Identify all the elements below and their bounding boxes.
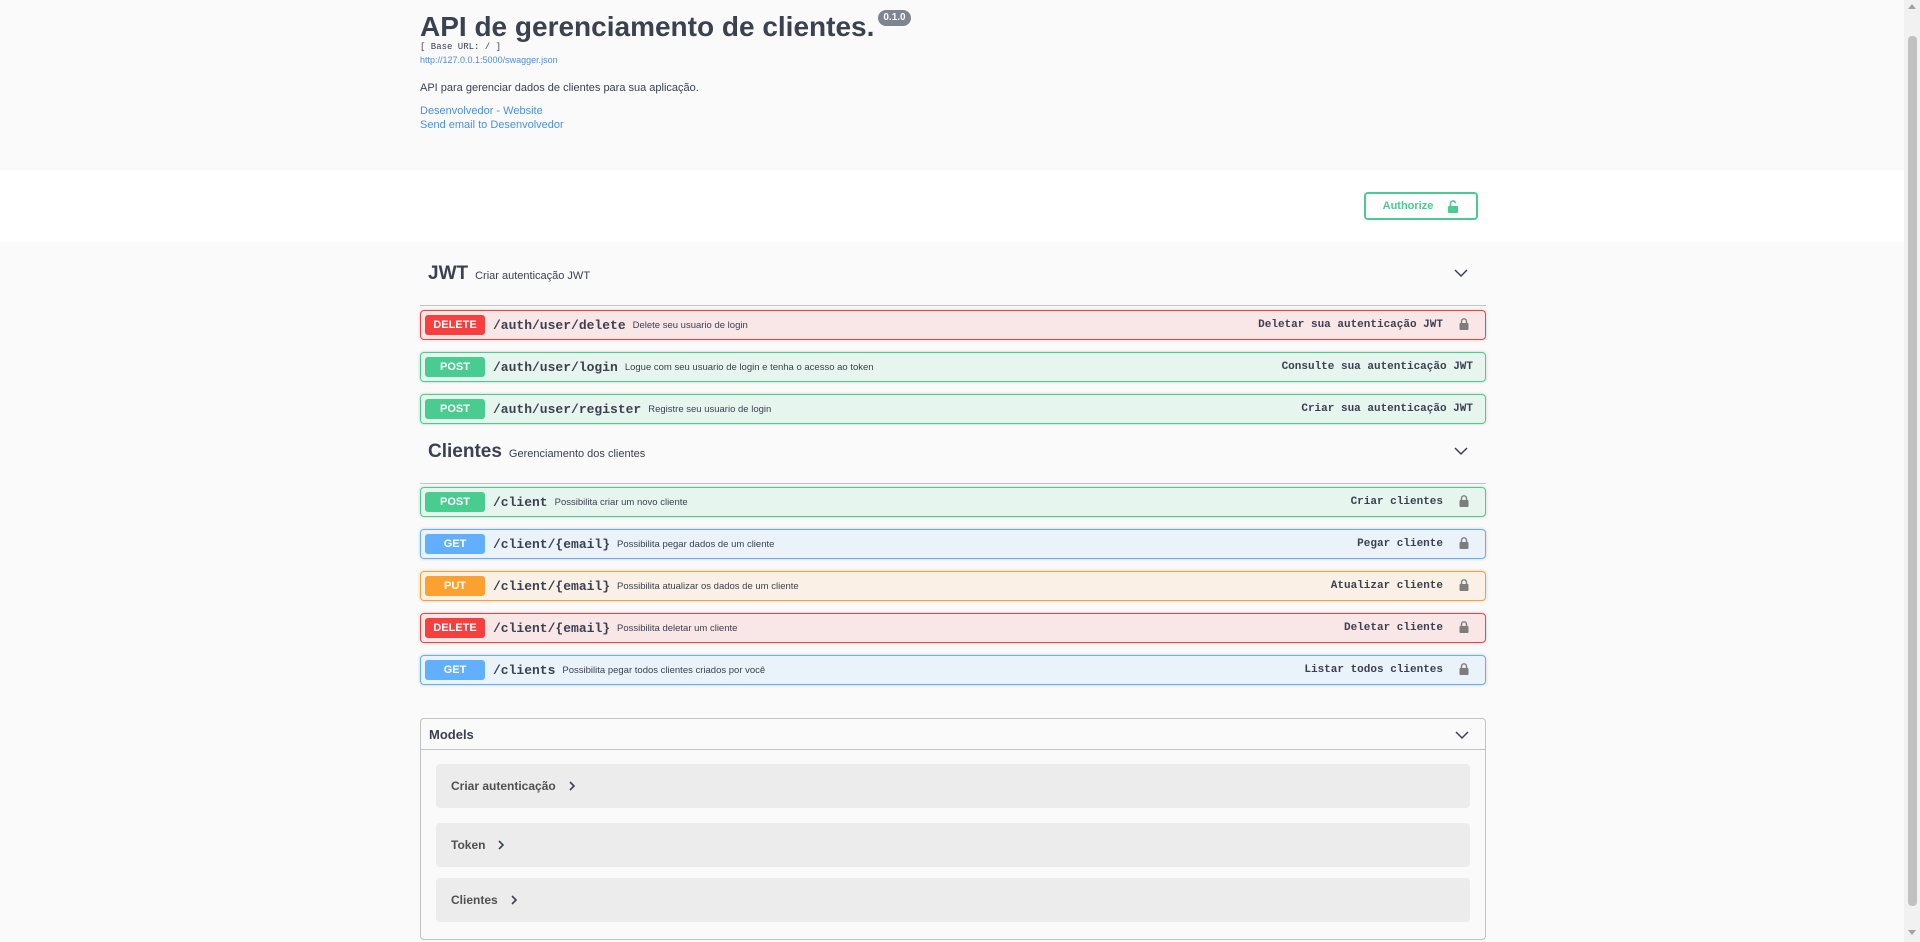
tag-name: JWT (428, 262, 469, 284)
operation-summary: Delete seu usuario de login (632, 319, 748, 331)
authorize-label: Authorize (1382, 200, 1434, 212)
tag-description: Criar autenticação JWT (475, 269, 591, 282)
operation-summary: Possibilita criar um novo cliente (554, 496, 688, 508)
lock-icon[interactable] (1459, 663, 1469, 675)
operation-path: /auth/user/register (493, 401, 642, 417)
operation-description: Pegar cliente (1357, 538, 1443, 550)
model-item[interactable]: Token (436, 823, 1470, 867)
chevron-down-icon[interactable] (1454, 266, 1468, 280)
chevron-right-icon (511, 895, 517, 905)
operation-path: /client/{email} (493, 578, 611, 594)
chevron-right-icon (569, 781, 575, 791)
operation-summary: Possibilita pegar todos clientes criados… (562, 664, 766, 676)
operation-put[interactable]: PUT/client/{email} Possibilita atualizar … (420, 571, 1486, 601)
operation-summary: Possibilita deletar um cliente (617, 622, 738, 634)
operation-path: /auth/user/login (493, 359, 618, 375)
method-badge: DELETE (425, 315, 485, 335)
operation-description: Criar clientes (1350, 496, 1443, 508)
operation-get[interactable]: GET/clients Possibilita pegar todos clien… (420, 655, 1486, 685)
operation-path: /auth/user/delete (493, 317, 626, 333)
operation-path: /client/{email} (493, 620, 611, 636)
tag-header-clientes[interactable]: Clientes Gerenciamento dos clientes (420, 420, 1486, 484)
lock-icon[interactable] (1459, 537, 1469, 549)
base-url: [ Base URL: / ] (420, 42, 502, 52)
api-description: API para gerenciar dados de clientes par… (420, 82, 699, 94)
page-title: API de gerenciamento de clientes. (420, 11, 875, 42)
chevron-down-icon[interactable] (1455, 728, 1469, 742)
operation-description: Deletar cliente (1343, 622, 1443, 634)
tag-description: Gerenciamento dos clientes (508, 447, 646, 460)
contact-email-link[interactable]: Send email to Desenvolvedor (420, 119, 564, 131)
lock-icon[interactable] (1459, 495, 1469, 507)
scroll-down-arrow[interactable] (1908, 930, 1916, 935)
operation-summary: Logue com seu usuario de login e tenha o… (624, 361, 874, 373)
scroll-up-arrow[interactable] (1908, 4, 1916, 9)
operation-post[interactable]: POST/auth/user/login Logue com seu usuari… (420, 352, 1486, 382)
spec-url-link[interactable]: http://127.0.0.1:5000/swagger.json (420, 55, 558, 65)
authorize-button[interactable]: Authorize (1364, 192, 1478, 220)
scroll-thumb[interactable] (1908, 36, 1917, 906)
model-name: Token (451, 838, 486, 852)
models-title: Models (429, 726, 474, 742)
title-row: API de gerenciamento de clientes. 0.1.0 (420, 10, 911, 44)
lock-icon[interactable] (1459, 621, 1469, 633)
operation-post[interactable]: POST/client Possibilita criar um novo cli… (420, 487, 1486, 517)
operation-path: /clients (493, 662, 556, 678)
lock-icon[interactable] (1459, 318, 1469, 330)
method-badge: GET (425, 534, 485, 554)
operation-description: Atualizar cliente (1330, 580, 1443, 592)
method-badge: POST (425, 357, 485, 377)
operation-delete[interactable]: DELETE/client/{email} Possibilita deletar… (420, 613, 1486, 643)
model-name: Clientes (451, 893, 498, 907)
tag-header-jwt[interactable]: JWT Criar autenticação JWT (420, 242, 1486, 306)
model-name: Criar autenticação (451, 779, 556, 793)
operation-summary: Possibilita pegar dados de um cliente (617, 538, 775, 550)
version-badge: 0.1.0 (878, 10, 911, 26)
method-badge: POST (425, 399, 485, 419)
model-item[interactable]: Clientes (436, 878, 1470, 922)
chevron-down-icon[interactable] (1454, 444, 1468, 458)
operation-path: /client (493, 494, 548, 510)
tag-name: Clientes (428, 440, 502, 462)
models-header[interactable]: Models (421, 719, 1485, 750)
page-scrollbar[interactable] (1904, 0, 1920, 942)
models-section: Models Criar autenticação Token Clientes (420, 718, 1486, 940)
operation-summary: Possibilita atualizar os dados de um cli… (617, 580, 799, 592)
method-badge: POST (425, 492, 485, 512)
info-section (0, 0, 1904, 170)
operation-description: Deletar sua autenticação JWT (1258, 319, 1443, 331)
chevron-right-icon (498, 840, 505, 850)
model-item[interactable]: Criar autenticação (436, 764, 1470, 808)
operation-summary: Registre seu usuario de login (648, 403, 772, 415)
operation-delete[interactable]: DELETE/auth/user/delete Delete seu usuari… (420, 310, 1486, 340)
contact-website-link[interactable]: Desenvolvedor - Website (420, 105, 543, 117)
method-badge: GET (425, 660, 485, 680)
operation-description: Consulte sua autenticação JWT (1281, 361, 1473, 373)
scheme-container: Authorize (0, 170, 1904, 242)
operation-description: Criar sua autenticação JWT (1301, 403, 1473, 415)
operation-path: /client/{email} (493, 536, 611, 552)
unlock-icon (1448, 199, 1459, 213)
method-badge: PUT (425, 576, 485, 596)
lock-icon[interactable] (1459, 579, 1469, 591)
operation-get[interactable]: GET/client/{email} Possibilita pegar dado… (420, 529, 1486, 559)
method-badge: DELETE (425, 618, 485, 638)
operation-description: Listar todos clientes (1304, 664, 1443, 676)
